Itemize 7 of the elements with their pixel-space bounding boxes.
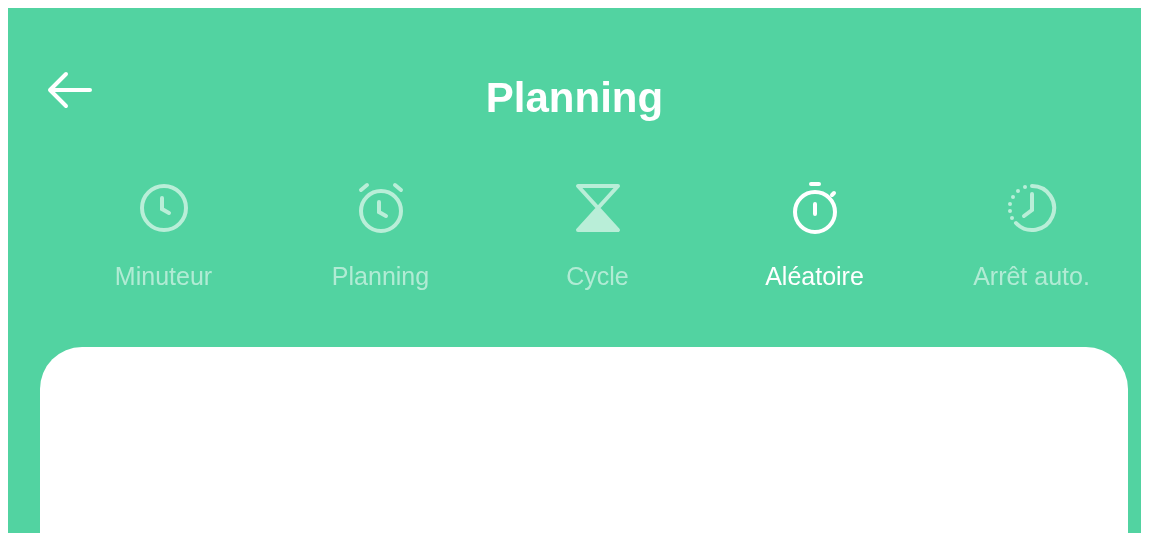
page-title: Planning — [485, 73, 664, 123]
mode-tab[interactable]: Aléatoire — [706, 174, 923, 299]
mode-tab[interactable]: Minuteur — [55, 174, 272, 299]
mode-tab[interactable]: Arrêt auto. — [923, 174, 1140, 299]
back-arrow-icon — [46, 70, 94, 110]
mode-tab[interactable]: Planning — [272, 174, 489, 299]
mode-tab[interactable]: Cycle — [489, 174, 706, 299]
